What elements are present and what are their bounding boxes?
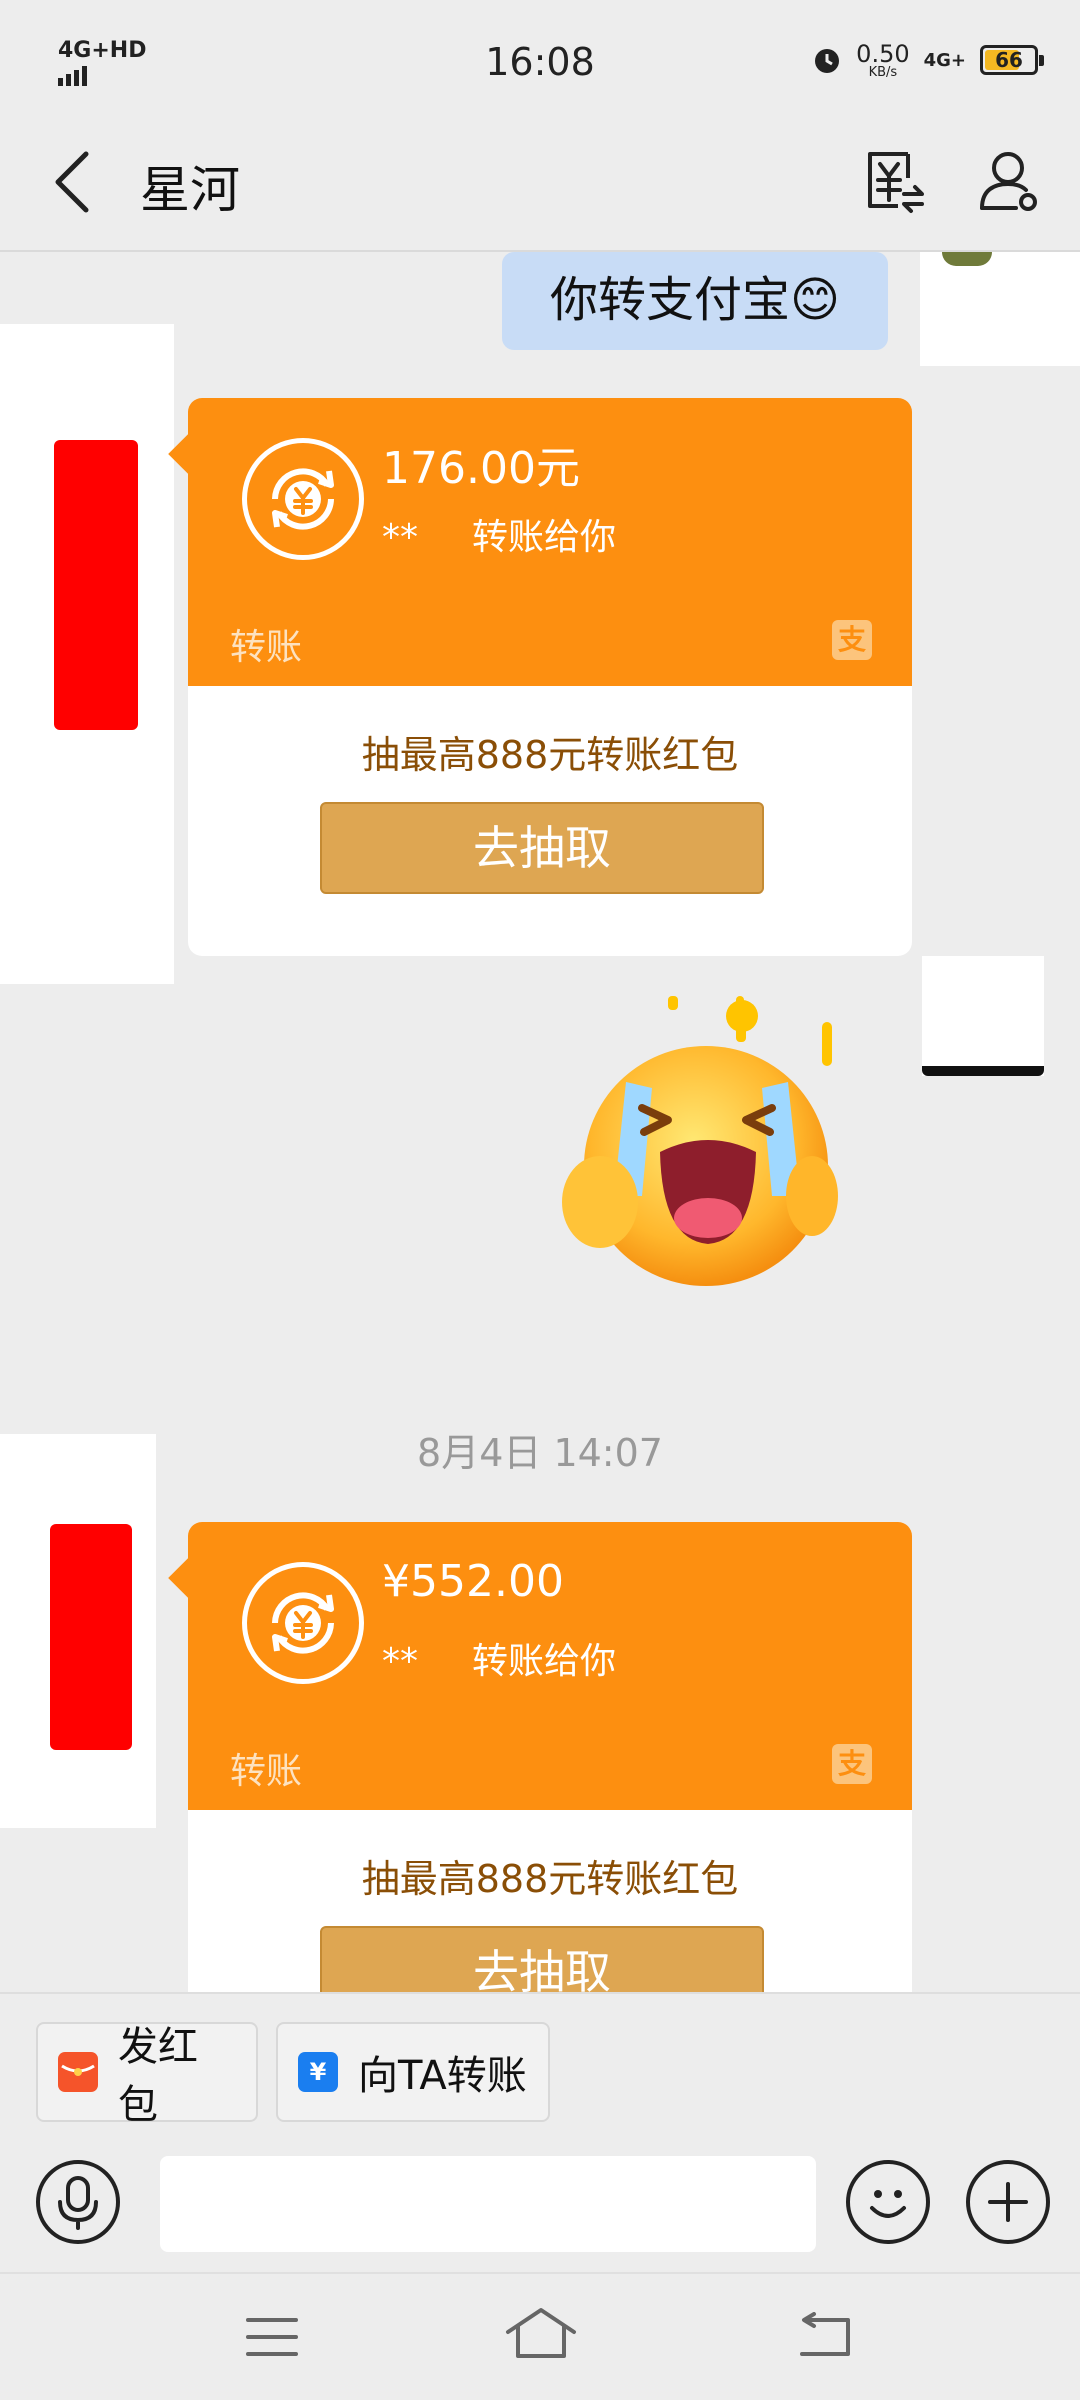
alipay-icon: 支	[832, 620, 872, 660]
sender-name: **	[382, 517, 418, 558]
input-bar	[0, 2132, 1080, 2272]
emoji-button[interactable]	[846, 2160, 930, 2244]
back-icon[interactable]	[796, 2312, 854, 2360]
menu-icon[interactable]	[244, 2314, 300, 2360]
my-avatar-2[interactable]	[922, 956, 1044, 1076]
red-packet-label: 发红包	[118, 2024, 198, 2128]
promo-text-2: 抽最高888元转账红包	[361, 1857, 739, 1901]
avatar-fragment	[942, 252, 992, 266]
my-avatar[interactable]	[920, 252, 1080, 366]
transfer-description: ** 转账给你	[382, 508, 616, 560]
quick-action-bar: 发红包 ¥ 向TA转账	[0, 1992, 1080, 2132]
redacted-avatar[interactable]	[54, 440, 138, 730]
status-right: 0.50 KB/s 4G+ 66	[812, 38, 1044, 82]
network-type-2: 4G+	[923, 49, 966, 71]
redacted-avatar-2[interactable]	[50, 1524, 132, 1750]
send-red-packet-button[interactable]: 发红包	[36, 2022, 258, 2128]
plus-icon	[988, 2182, 1028, 2222]
home-icon[interactable]	[504, 2306, 578, 2360]
alarm-icon	[815, 49, 840, 73]
crying-face-sticker[interactable]	[556, 996, 846, 1296]
outgoing-message-bubble[interactable]: 你转支付宝😊	[502, 252, 888, 350]
transfer-card-promo: 抽最高888元转账红包 去抽取	[188, 686, 912, 956]
sender-name: **	[382, 1641, 418, 1682]
back-arrow-icon[interactable]	[48, 150, 98, 214]
transfer-label: 转账	[230, 627, 303, 668]
system-navigation-bar	[0, 2272, 1080, 2400]
battery-icon: 66	[980, 45, 1044, 75]
message-timestamp: 8月4日 14:07	[417, 1431, 663, 1475]
transfer-label-2: 转账	[230, 1751, 303, 1792]
transfer-amount-2: ¥552.00	[382, 1556, 564, 1607]
nav-bar: 星河	[0, 110, 1080, 252]
transfer-amount: 176.00元	[382, 443, 580, 494]
red-packet-icon	[58, 2052, 98, 2092]
transfer-description-2: ** 转账给你	[382, 1632, 616, 1684]
transfer-icon: ¥	[298, 2052, 338, 2092]
transfer-card-2[interactable]: ¥552.00 ** 转账给你 转账 支 抽最高888元转账红包 去抽取	[188, 1522, 912, 1992]
avatar-fragment	[922, 1066, 1044, 1076]
transfer-to-button[interactable]: ¥ 向TA转账	[276, 2022, 550, 2122]
transfer-to-label: 向TA转账	[358, 2053, 527, 2099]
promo-text: 抽最高888元转账红包	[361, 733, 739, 777]
smiley-icon	[870, 2190, 906, 2218]
transfer-action: 转账给你	[472, 1641, 617, 1682]
transfer-record-icon[interactable]	[862, 148, 926, 214]
draw-button[interactable]: 去抽取	[320, 802, 764, 894]
network-speed: 0.50 KB/s	[856, 42, 909, 79]
transfer-action: 转账给你	[472, 517, 617, 558]
transfer-card[interactable]: 176.00元 ** 转账给你 转账 支 抽最高888元转账红包 去抽取	[188, 398, 912, 956]
transfer-coin-icon	[242, 1562, 364, 1684]
transfer-card-promo-2: 抽最高888元转账红包 去抽取	[188, 1810, 912, 1992]
microphone-icon	[58, 2176, 98, 2230]
alipay-icon: 支	[832, 1744, 872, 1784]
status-bar: 4G+HD 16:08 0.50 KB/s 4G+ 66	[0, 0, 1080, 110]
chat-area[interactable]: 你转支付宝😊 176.00元 ** 转账给你 转账 支 抽最高888元转账红包 …	[0, 252, 1080, 1992]
transfer-coin-icon	[242, 438, 364, 560]
transfer-card-header-2[interactable]: ¥552.00 ** 转账给你 转账 支	[188, 1522, 912, 1810]
speed-value: 0.50	[856, 39, 910, 68]
chat-title: 星河	[140, 161, 240, 219]
transfer-card-header[interactable]: 176.00元 ** 转账给你 转账 支	[188, 398, 912, 686]
more-button[interactable]	[966, 2160, 1050, 2244]
message-input[interactable]	[160, 2156, 816, 2252]
voice-button[interactable]	[36, 2160, 120, 2244]
battery-level: 66	[995, 48, 1023, 72]
draw-button-2[interactable]: 去抽取	[320, 1926, 764, 1992]
profile-icon[interactable]	[978, 150, 1040, 212]
